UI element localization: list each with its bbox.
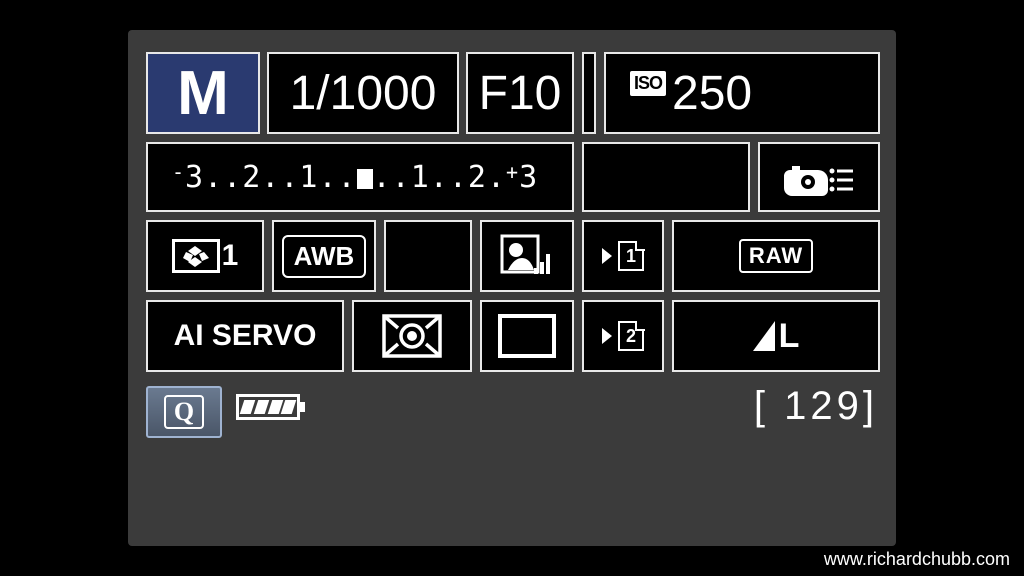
card-2-indicator: 2 <box>602 321 644 351</box>
card-icon: 2 <box>618 321 644 351</box>
mode-label: M <box>177 58 229 129</box>
raw-label: RAW <box>739 239 813 273</box>
card-icon: 1 <box>618 241 644 271</box>
drive-mode-tile[interactable] <box>480 300 574 372</box>
custom-controls-tile[interactable] <box>758 142 880 212</box>
exposure-comp-tile[interactable]: -3..2..1....1..2.+3 <box>146 142 574 212</box>
shutter-speed-tile[interactable]: 1/1000 <box>267 52 459 134</box>
picture-style-tile[interactable]: 1 <box>146 220 264 292</box>
exposure-scale: -3..2..1....1..2.+3 <box>172 160 538 195</box>
white-balance-tile[interactable]: AWB <box>272 220 376 292</box>
battery-indicator <box>236 394 300 420</box>
watermark: www.richardchubb.com <box>824 549 1010 570</box>
blank-tile-2[interactable] <box>384 220 472 292</box>
camera-lcd-screen: M 1/1000 F10 ISO 250 -3..2..1....1..2.+3 <box>128 30 896 546</box>
raw-quality-tile[interactable]: RAW <box>672 220 880 292</box>
jpeg-large-fine-icon: L <box>753 317 800 356</box>
triangle-icon <box>602 248 612 264</box>
iso-badge-icon: ISO <box>630 71 666 96</box>
triangle-icon <box>602 328 612 344</box>
battery-icon <box>236 394 300 420</box>
blank-tile-1[interactable] <box>582 142 750 212</box>
auto-lighting-tile[interactable] <box>480 220 574 292</box>
shots-remaining: [ 129] <box>754 384 878 429</box>
auto-lighting-icon <box>500 234 554 278</box>
aperture-tile[interactable]: F10 <box>466 52 574 134</box>
card-slot-1-tile[interactable]: 1 <box>582 220 664 292</box>
af-mode-tile[interactable]: AI SERVO <box>146 300 344 372</box>
mode-dial-tile[interactable]: M <box>146 52 260 134</box>
awb-label: AWB <box>282 235 367 278</box>
shutter-speed-value: 1/1000 <box>290 66 437 121</box>
picture-style-number: 1 <box>222 239 239 273</box>
iso-tile[interactable]: ISO 250 <box>604 52 880 134</box>
spacer-tile <box>582 52 596 134</box>
camera-controls-icon <box>782 156 856 198</box>
metering-evaluative-icon <box>381 313 443 359</box>
af-mode-label: AI SERVO <box>174 319 317 353</box>
quick-menu-button[interactable]: Q <box>146 386 222 438</box>
single-shot-icon <box>498 314 556 358</box>
card-1-indicator: 1 <box>602 241 644 271</box>
jpeg-quality-tile[interactable]: L <box>672 300 880 372</box>
iso-value: 250 <box>672 66 752 121</box>
card-slot-2-tile[interactable]: 2 <box>582 300 664 372</box>
aperture-value: F10 <box>479 66 562 121</box>
picture-style-icon: 1 <box>172 239 239 273</box>
metering-mode-tile[interactable] <box>352 300 472 372</box>
q-label: Q <box>164 395 204 429</box>
